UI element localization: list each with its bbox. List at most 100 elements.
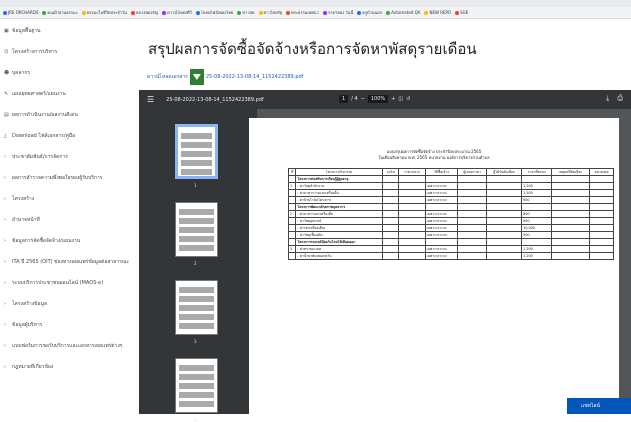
- table-cell: [457, 182, 488, 190]
- sidebar-item[interactable]: ⤓ Download ไฟล์เอกสาร/คู่มือ: [0, 125, 138, 146]
- table-header-cell: ผู้ได้รับคัดเลือก: [486, 168, 523, 176]
- bookmark-favicon-icon: [424, 10, 429, 15]
- bookmark-item[interactable]: SUE: [455, 10, 468, 15]
- bookmark-item[interactable]: ครูบ้านนอก: [357, 9, 382, 16]
- sidebar-item[interactable]: › ข้อมูลผู้บริหาร: [0, 314, 138, 335]
- thumb-content: [181, 160, 212, 166]
- table-cell: [287, 175, 297, 183]
- doc-subtitle: ในเดือนสิงหาคม พ.ศ. 2565 หน่วยงาน องค์กา…: [378, 155, 490, 160]
- sidebar-item-label: บุคลากร: [12, 69, 31, 76]
- table-cell: เฉพาะเจาะจง: [424, 217, 459, 225]
- table-cell: - ค่าน้ำยาพ่นหมอกควัน: [295, 252, 383, 260]
- sidebar-item-label: Download ไฟล์เอกสาร/คู่มือ: [12, 132, 76, 139]
- zoom-input[interactable]: 100%: [367, 95, 389, 103]
- page-thumbnail[interactable]: [175, 202, 218, 257]
- sidebar-item[interactable]: › อำนาจหน้าที่: [0, 209, 138, 230]
- sidebar-item[interactable]: › โครงสร้าง: [0, 188, 138, 209]
- arrow-icon: ›: [4, 300, 6, 307]
- download-icon[interactable]: ⤓: [606, 94, 609, 103]
- table-cell: [588, 224, 615, 232]
- arrow-icon: ›: [4, 174, 6, 181]
- table-cell: [457, 175, 488, 183]
- download-row[interactable]: ดาวน์โหลดเอกสาร 25-08-2022-13-08-14_1152…: [147, 69, 303, 85]
- table-cell: [381, 196, 400, 204]
- bookmark-favicon-icon: [455, 10, 460, 15]
- table-cell: [381, 217, 400, 225]
- table-cell: [588, 245, 615, 253]
- page-title: สรุปผลการจัดซื้อจัดจ้างหรือการจัดหาพัสดุ…: [148, 40, 477, 58]
- zoom-in-icon[interactable]: +: [391, 96, 395, 102]
- thumb-content: [179, 383, 214, 389]
- menu-icon[interactable]: ☰: [147, 95, 154, 104]
- bookmark-favicon-icon: [286, 10, 291, 15]
- table-cell: [486, 196, 523, 204]
- table-cell: 900: [521, 217, 553, 225]
- sidebar-item[interactable]: › ผลการสำรวจความพึงพอใจของผู้รับบริการ: [0, 167, 138, 188]
- bookmark-label: พระธรรมเทศนา: [291, 10, 319, 15]
- sidebar-item[interactable]: › กฎหมายที่เกี่ยวข้อง: [0, 356, 138, 377]
- bookmark-label: ดาวน์โหลดทีวี: [167, 10, 192, 15]
- procurement-table: ที่ โครงการ/กิจกรรม วงเงิน ราคากลาง วิธีซื้อ…: [287, 168, 615, 260]
- page-thumbnail[interactable]: [175, 358, 218, 413]
- bookmark-item[interactable]: ธรรมะในชีวิตประจำวัน: [81, 9, 127, 16]
- table-cell: [381, 203, 400, 211]
- sidebar-item[interactable]: › ITA ปี 2565 (OIT) ช่องทางเผยแพร่ข้อมูลต…: [0, 251, 138, 272]
- print-icon[interactable]: ⎙: [617, 94, 623, 103]
- bookmark-item[interactable]: ดาวน์โหลดทีวี: [162, 9, 192, 16]
- table-cell: [551, 175, 590, 183]
- table-cell: [551, 231, 590, 239]
- bookmark-item[interactable]: โหลดไฟล์เพลงไทย: [195, 9, 233, 16]
- arrow-icon: ›: [4, 216, 6, 223]
- page-thumbnail[interactable]: [175, 124, 218, 179]
- zoom-out-icon[interactable]: −: [361, 96, 365, 102]
- sidebar-item-label: ข้อมูลการจัดซื้อจัดจ้าง/แผนงาน: [12, 237, 81, 244]
- table-cell: [486, 231, 523, 239]
- table-cell: [398, 217, 426, 225]
- table-row: - ค่าเช่าเครื่องเสียง เฉพาะเจาะจง 10,000: [287, 224, 615, 232]
- bookmark-label: ธรรมะในชีวิตประจำวัน: [86, 10, 127, 15]
- table-cell: - ค่าทรายอะเบท: [295, 245, 383, 253]
- page-input[interactable]: 1: [339, 95, 349, 103]
- download-arrow-icon[interactable]: [189, 69, 204, 85]
- table-cell: 500: [521, 231, 553, 239]
- sidebar-item[interactable]: ▣ ข้อมูลพื้นฐาน: [0, 20, 138, 41]
- sidebar-item[interactable]: › โครงสร้างข้อมูล: [0, 293, 138, 314]
- sidebar-item[interactable]: › ระบบบริการประชาชนออนไลน์ (MAOS-e): [0, 272, 138, 293]
- table-cell: [486, 175, 523, 183]
- bookmark-item[interactable]: JRE ORCHARDS: [3, 10, 38, 15]
- table-cell: [486, 182, 523, 190]
- sidebar-item[interactable]: ✎ แผนยุทธศาสตร์/แผนงาน: [0, 83, 138, 104]
- chat-button[interactable]: แชทไลน์: [567, 398, 631, 414]
- table-cell: [551, 182, 590, 190]
- download-link[interactable]: 25-08-2022-13-08-14_1152422389.pdf: [206, 74, 304, 80]
- table-header-cell: วิธีซื้อ/จ้าง: [424, 168, 459, 176]
- bookmark-item[interactable]: ราคาทอง วันนี้: [322, 9, 353, 16]
- table-cell: 1,200: [521, 252, 553, 260]
- table-row: โครงการพัฒนาศักยภาพบุคลากร: [287, 203, 615, 211]
- bookmark-item[interactable]: พระธรรมเทศนา: [286, 9, 319, 16]
- people-icon: ☻: [4, 69, 10, 76]
- table-cell: - ค่าป้ายไวนิลโครงการ: [295, 196, 383, 204]
- thumb-content: [179, 305, 214, 311]
- table-cell: [457, 224, 488, 232]
- bookmark-item[interactable]: คนเฝ้าสวนธรรมะ: [42, 9, 78, 16]
- sidebar-item[interactable]: ⌬ โครงสร้างการบริหาร: [0, 41, 138, 62]
- sidebar-item[interactable]: ☻ บุคลากร: [0, 62, 138, 83]
- bookmark-item[interactable]: ข่าวไทยรัฐ: [258, 9, 282, 16]
- bookmark-item[interactable]: Automated QA: [386, 10, 420, 15]
- bookmark-item[interactable]: ข่าวสด: [237, 9, 255, 16]
- rotate-icon[interactable]: ↺: [406, 96, 410, 102]
- bookmark-item[interactable]: NEW REPO: [424, 10, 451, 15]
- sidebar-item[interactable]: ▤ ผลการดำเนินงาน/ผลงานดีเด่น: [0, 104, 138, 125]
- bookmark-item[interactable]: หลวงพ่อจรัญ: [130, 9, 158, 16]
- table-cell: [521, 175, 553, 183]
- table-cell: [398, 245, 426, 253]
- pdf-viewer: ☰ 25-08-2022-13-08-14_1152422389.pdf 1 /…: [139, 90, 631, 422]
- sidebar-item[interactable]: › ข้อมูลการจัดซื้อจัดจ้าง/แผนงาน: [0, 230, 138, 251]
- thumbnail-panel: 1 2 3 4: [139, 109, 257, 422]
- sidebar-item[interactable]: › ประชาสัมพันธ์/การจัดการ: [0, 146, 138, 167]
- fit-page-icon[interactable]: ◫: [398, 96, 403, 102]
- page-thumbnail[interactable]: [175, 280, 218, 335]
- page-controls: 1 / 4 − 100% + ◫ ↺: [339, 95, 410, 103]
- sidebar-item[interactable]: › แบบฟอร์มการขอรับบริการและเอกสารเผยแพร่ต…: [0, 335, 138, 356]
